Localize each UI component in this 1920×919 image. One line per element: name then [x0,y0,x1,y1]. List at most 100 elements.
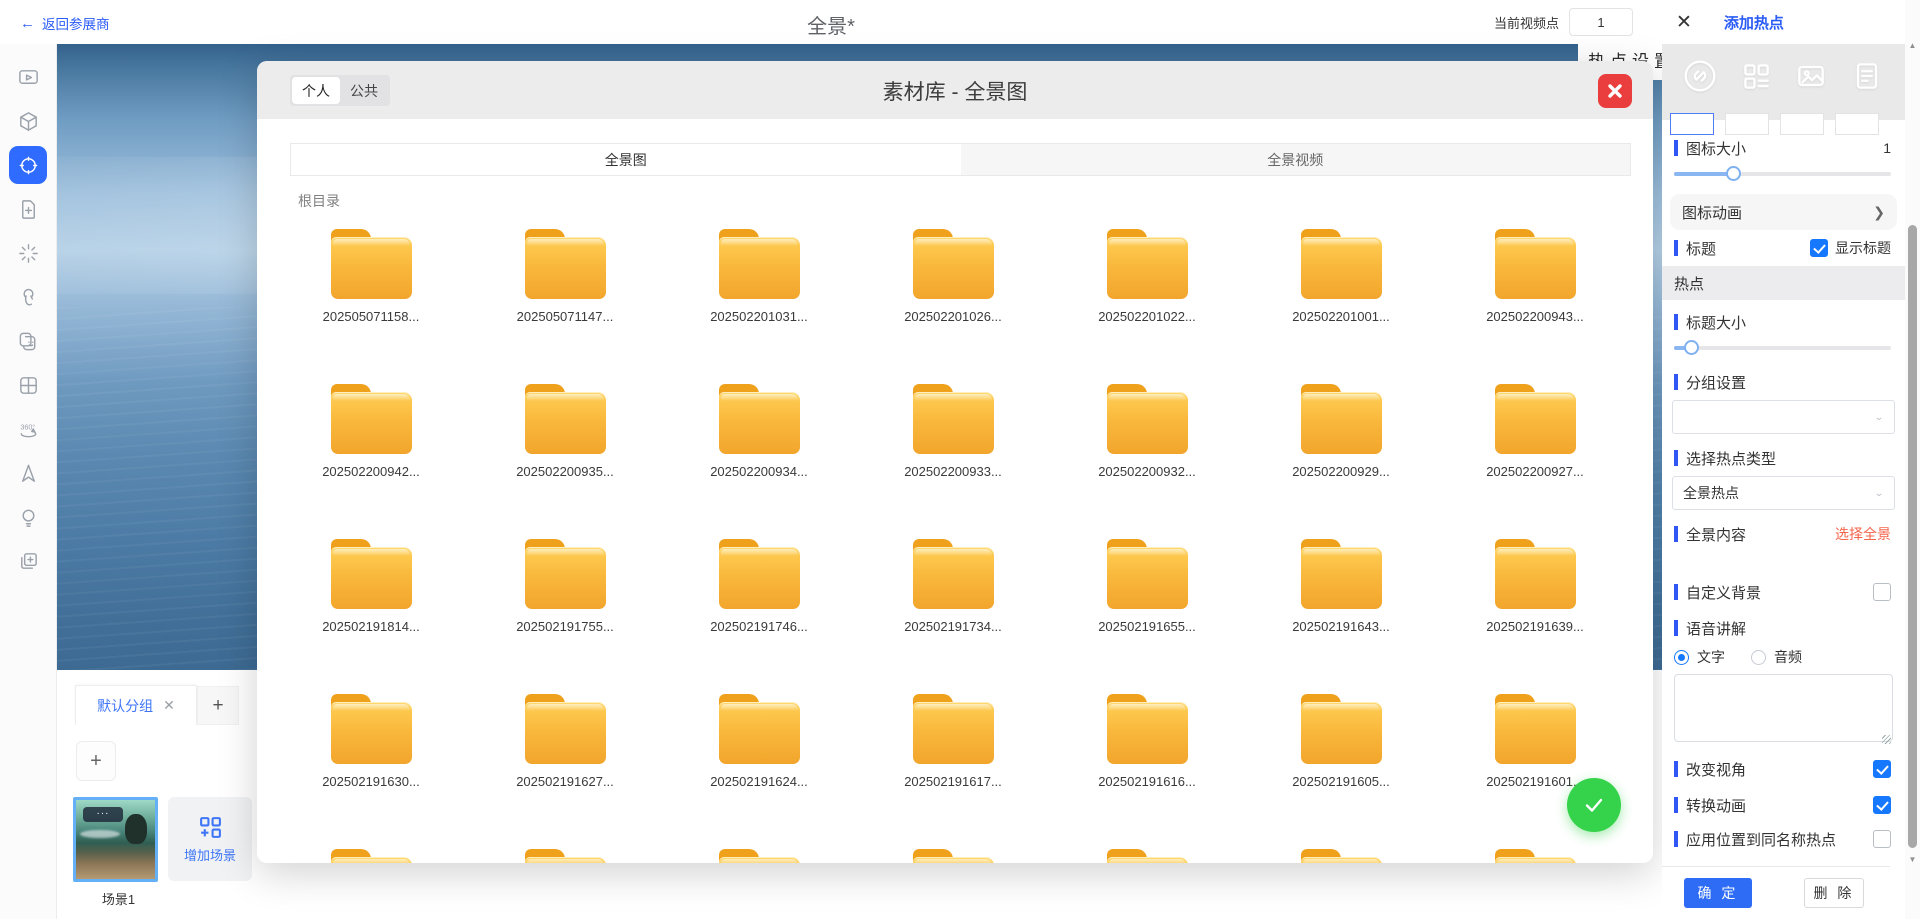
voice-radio-音频[interactable]: 音频 [1751,647,1802,667]
sidebar-item-sparkle-rays[interactable] [9,234,47,272]
scroll-up-icon[interactable]: ▲ [1908,42,1917,50]
sidebar-item-nav-arrow[interactable] [9,454,47,492]
select-panorama-link[interactable]: 选择全景 [1835,524,1891,544]
add-group-button[interactable]: + [197,686,239,725]
sidebar-item-hand-grab[interactable] [9,278,47,316]
folder-item[interactable]: 202505071147... [468,229,662,384]
sidebar-item-grid-window[interactable] [9,366,47,404]
folder-item[interactable]: 202502191814... [274,539,468,694]
voice-label: 语音讲解 [1686,618,1746,639]
folder-item[interactable] [1050,849,1244,863]
sidebar-item-rotate-360[interactable]: 360° [9,410,47,448]
page-title: 全景* [0,10,1662,39]
hotspot-link-icon[interactable] [1682,58,1718,99]
group-select[interactable]: ⌄ [1672,400,1895,434]
apply-position-checkbox[interactable] [1873,830,1891,848]
confirm-button[interactable]: 确 定 [1684,878,1752,908]
folder-item[interactable]: 202502200932... [1050,384,1244,539]
sidebar-item-masks[interactable] [9,322,47,360]
scroll-thumb[interactable] [1908,225,1917,848]
folder-item[interactable]: 202502191616... [1050,694,1244,849]
folder-item[interactable]: 202502200942... [274,384,468,539]
folder-item[interactable]: 202502191746... [662,539,856,694]
custom-bg-label: 自定义背景 [1686,582,1761,603]
folder-item[interactable] [856,849,1050,863]
scene-thumbnail[interactable]: ··· [73,797,158,882]
hotspot-grid-tab[interactable] [1725,113,1769,135]
folder-grid: 202505071158...202505071147...2025022010… [274,229,1636,863]
folder-icon [913,694,994,764]
modal-close-button[interactable] [1598,74,1632,108]
folder-item[interactable]: 202502200934... [662,384,856,539]
show-title-checkbox[interactable] [1810,239,1828,257]
sidebar-item-copy-plus[interactable] [9,542,47,580]
icon-size-slider[interactable] [1674,166,1891,182]
library-tab-全景视频[interactable]: 全景视频 [961,144,1631,175]
slider-knob[interactable] [1726,166,1741,181]
slider-knob[interactable] [1684,340,1699,355]
folder-item[interactable]: 202502200943... [1438,229,1632,384]
folder-item[interactable]: 202502191627... [468,694,662,849]
hotspot-grid-icon[interactable] [1738,58,1774,99]
folder-item[interactable]: 202502201022... [1050,229,1244,384]
folder-item[interactable] [468,849,662,863]
folder-item[interactable] [274,849,468,863]
confirm-selection-button[interactable] [1567,778,1621,832]
folder-item[interactable] [1438,849,1632,863]
scene-more-icon[interactable]: ··· [83,807,123,822]
hotspot-link-tab[interactable] [1670,113,1714,135]
sidebar-item-cast-screen[interactable] [9,58,47,96]
folder-item[interactable]: 202502191643... [1244,539,1438,694]
sidebar-item-file-plus[interactable] [9,190,47,228]
group-tab-default[interactable]: 默认分组 ✕ [75,685,197,725]
folder-icon [913,384,994,454]
close-group-icon[interactable]: ✕ [163,697,175,714]
folder-item[interactable]: 202502191617... [856,694,1050,849]
folder-item[interactable]: 202502191639... [1438,539,1632,694]
folder-item[interactable] [662,849,856,863]
library-tab-全景图[interactable]: 全景图 [291,144,961,175]
change-view-checkbox[interactable] [1873,760,1891,778]
voice-radio-文字[interactable]: 文字 [1674,647,1725,667]
folder-item[interactable]: 202502200933... [856,384,1050,539]
folder-item[interactable]: 202502200935... [468,384,662,539]
transition-checkbox[interactable] [1873,796,1891,814]
delete-button[interactable]: 删 除 [1804,878,1864,908]
folder-item[interactable]: 202502191755... [468,539,662,694]
folder-item[interactable]: 202502200929... [1244,384,1438,539]
folder-item[interactable]: 202502201001... [1244,229,1438,384]
folder-item[interactable]: 202502191605... [1244,694,1438,849]
sidebar-item-cube-3d[interactable] [9,102,47,140]
folder-item[interactable]: 202502191624... [662,694,856,849]
sidebar-item-bulb[interactable] [9,498,47,536]
video-point-input[interactable] [1569,8,1633,36]
hotspot-image-tab[interactable] [1780,113,1824,135]
folder-item[interactable]: 202502191734... [856,539,1050,694]
folder-item[interactable]: 202502201031... [662,229,856,384]
hotspot-text-tab[interactable] [1835,113,1879,135]
add-scene-plus-button[interactable]: + [76,741,116,781]
folder-icon [1107,229,1188,299]
hotspot-text-icon[interactable] [1849,58,1885,99]
folder-item[interactable]: 202502191655... [1050,539,1244,694]
panel-close-icon[interactable]: ✕ [1676,13,1692,32]
hotspot-title-input[interactable] [1662,266,1905,300]
title-size-slider[interactable] [1674,340,1891,356]
folder-item[interactable]: 202505071158... [274,229,468,384]
custom-bg-checkbox[interactable] [1873,583,1891,601]
tool-sidebar: 360° [0,44,57,919]
add-scene-button[interactable]: 增加场景 [168,797,252,881]
hotspot-image-icon[interactable] [1793,58,1829,99]
scroll-down-icon[interactable]: ▼ [1908,856,1917,864]
voice-text-wrap [1662,666,1905,747]
sidebar-item-target-crosshair[interactable] [9,146,47,184]
folder-item[interactable]: 202502200927... [1438,384,1632,539]
folder-item[interactable]: 202502201026... [856,229,1050,384]
folder-item[interactable] [1244,849,1438,863]
icon-animation-row[interactable]: 图标动画 ❯ [1670,194,1897,230]
add-scene-label: 增加场景 [184,845,236,864]
hotspot-type-select[interactable]: 全景热点 ⌄ [1672,476,1895,510]
panel-scrollbar[interactable]: ▲ ▼ [1905,0,1920,919]
folder-item[interactable]: 202502191630... [274,694,468,849]
voice-text-input[interactable] [1674,674,1893,742]
